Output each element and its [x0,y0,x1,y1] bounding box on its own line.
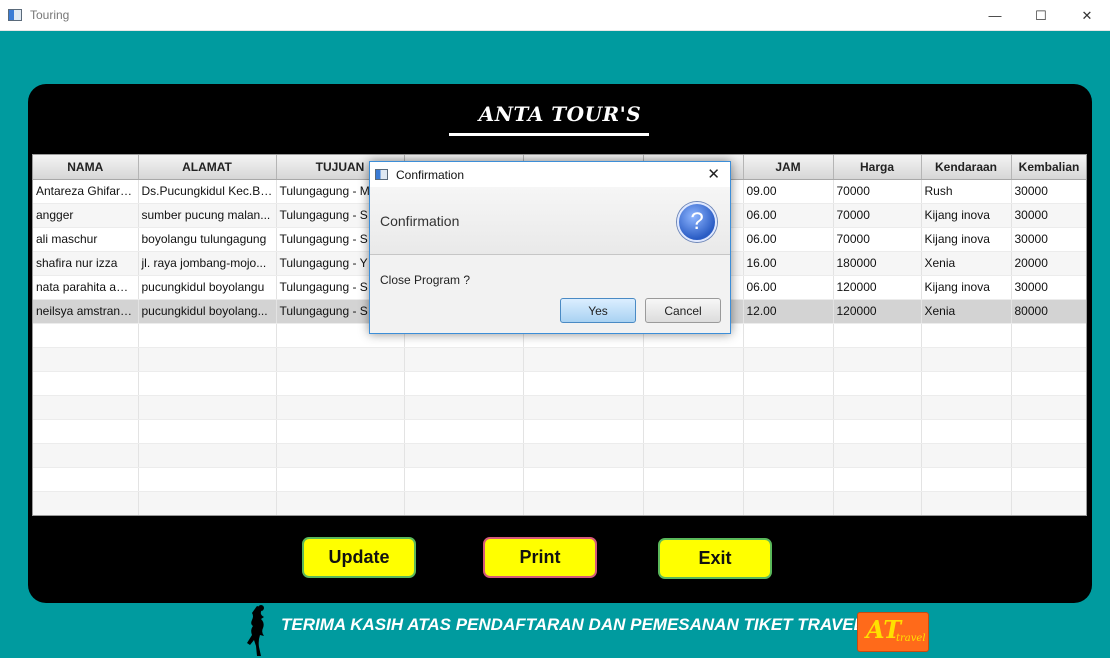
dialog-close-icon[interactable]: ✕ [707,165,720,183]
table-row-empty [33,419,1086,444]
cell-harga: 70000 [833,227,922,252]
cell-kembalian: 30000 [1011,179,1086,204]
column-header-kembalian[interactable]: Kembalian [1011,155,1086,180]
table-row-empty [33,467,1086,492]
column-header-harga[interactable]: Harga [833,155,922,180]
runner-figure-icon [247,605,264,656]
cell-nama: ali maschur [33,227,139,252]
dialog-message: Close Program ? [380,273,471,287]
maximize-icon[interactable]: ☐ [1018,0,1064,31]
cell-jam: 16.00 [743,251,834,276]
window-title: Touring [30,8,70,22]
cell-alamat: boyolangu tulungagung [138,227,277,252]
cell-nama: shafira nur izza [33,251,139,276]
table-row-empty [33,395,1086,420]
cell-kendaraan: Rush [921,179,1012,204]
brand-title: ANTA TOUR'S [478,102,642,126]
dialog-header-text: Confirmation [380,213,460,229]
cell-kendaraan: Kijang inova [921,227,1012,252]
cell-nama: Antareza Ghifary... [33,179,139,204]
cell-kembalian: 30000 [1011,203,1086,228]
cell-kembalian: 30000 [1011,275,1086,300]
app-icon [8,9,22,21]
column-header-jam[interactable]: JAM [743,155,834,180]
cell-nama: nata parahita ani... [33,275,139,300]
cell-harga: 120000 [833,299,922,324]
logo-word: travel [896,633,926,644]
cell-kembalian: 80000 [1011,299,1086,324]
cell-jam: 06.00 [743,275,834,300]
cell-alamat: pucungkidul boyolang... [138,299,277,324]
minimize-icon[interactable]: — [972,0,1018,31]
cell-jam: 06.00 [743,203,834,228]
dialog-title: Confirmation [396,167,465,182]
cell-jam: 06.00 [743,227,834,252]
close-icon[interactable]: ✕ [1064,0,1110,31]
column-header-kendaraan[interactable]: Kendaraan [921,155,1012,180]
cell-alamat: jl. raya jombang-mojo... [138,251,277,276]
column-header-nama[interactable]: NAMA [33,155,139,180]
confirmation-dialog: Confirmation ✕ Confirmation ? Close Prog… [369,161,731,334]
exit-button[interactable]: Exit [658,538,772,579]
cell-harga: 120000 [833,275,922,300]
cell-nama: neilsya amstrani ... [33,299,139,324]
cell-alamat: Ds.Pucungkidul Kec.Bo... [138,179,277,204]
cell-alamat: sumber pucung malan... [138,203,277,228]
update-button[interactable]: Update [302,537,416,578]
cell-alamat: pucungkidul boyolangu [138,275,277,300]
travel-logo: AT travel [857,612,929,652]
question-icon: ? [677,202,717,242]
cell-kendaraan: Xenia [921,251,1012,276]
cell-kendaraan: Xenia [921,299,1012,324]
print-button[interactable]: Print [483,537,597,578]
cell-harga: 70000 [833,203,922,228]
table-row-empty [33,371,1086,396]
dialog-header: Confirmation ? [370,187,730,255]
cell-kendaraan: Kijang inova [921,275,1012,300]
cell-harga: 180000 [833,251,922,276]
cell-harga: 70000 [833,179,922,204]
cell-kendaraan: Kijang inova [921,203,1012,228]
cell-jam: 12.00 [743,299,834,324]
dialog-app-icon [375,169,388,180]
window-titlebar: Touring — ☐ ✕ [0,0,1110,31]
table-row-empty [33,491,1086,515]
cell-kembalian: 20000 [1011,251,1086,276]
cell-jam: 09.00 [743,179,834,204]
cell-kembalian: 30000 [1011,227,1086,252]
table-row-empty [33,443,1086,468]
cancel-button[interactable]: Cancel [645,298,721,323]
table-row-empty [33,347,1086,372]
dialog-titlebar: Confirmation ✕ [370,162,730,187]
window-controls: — ☐ ✕ [972,0,1110,31]
column-header-alamat[interactable]: ALAMAT [138,155,277,180]
cell-nama: angger [33,203,139,228]
brand-underline [449,133,649,136]
yes-button[interactable]: Yes [560,298,636,323]
footer-message: TERIMA KASIH ATAS PENDAFTARAN DAN PEMESA… [281,615,865,634]
